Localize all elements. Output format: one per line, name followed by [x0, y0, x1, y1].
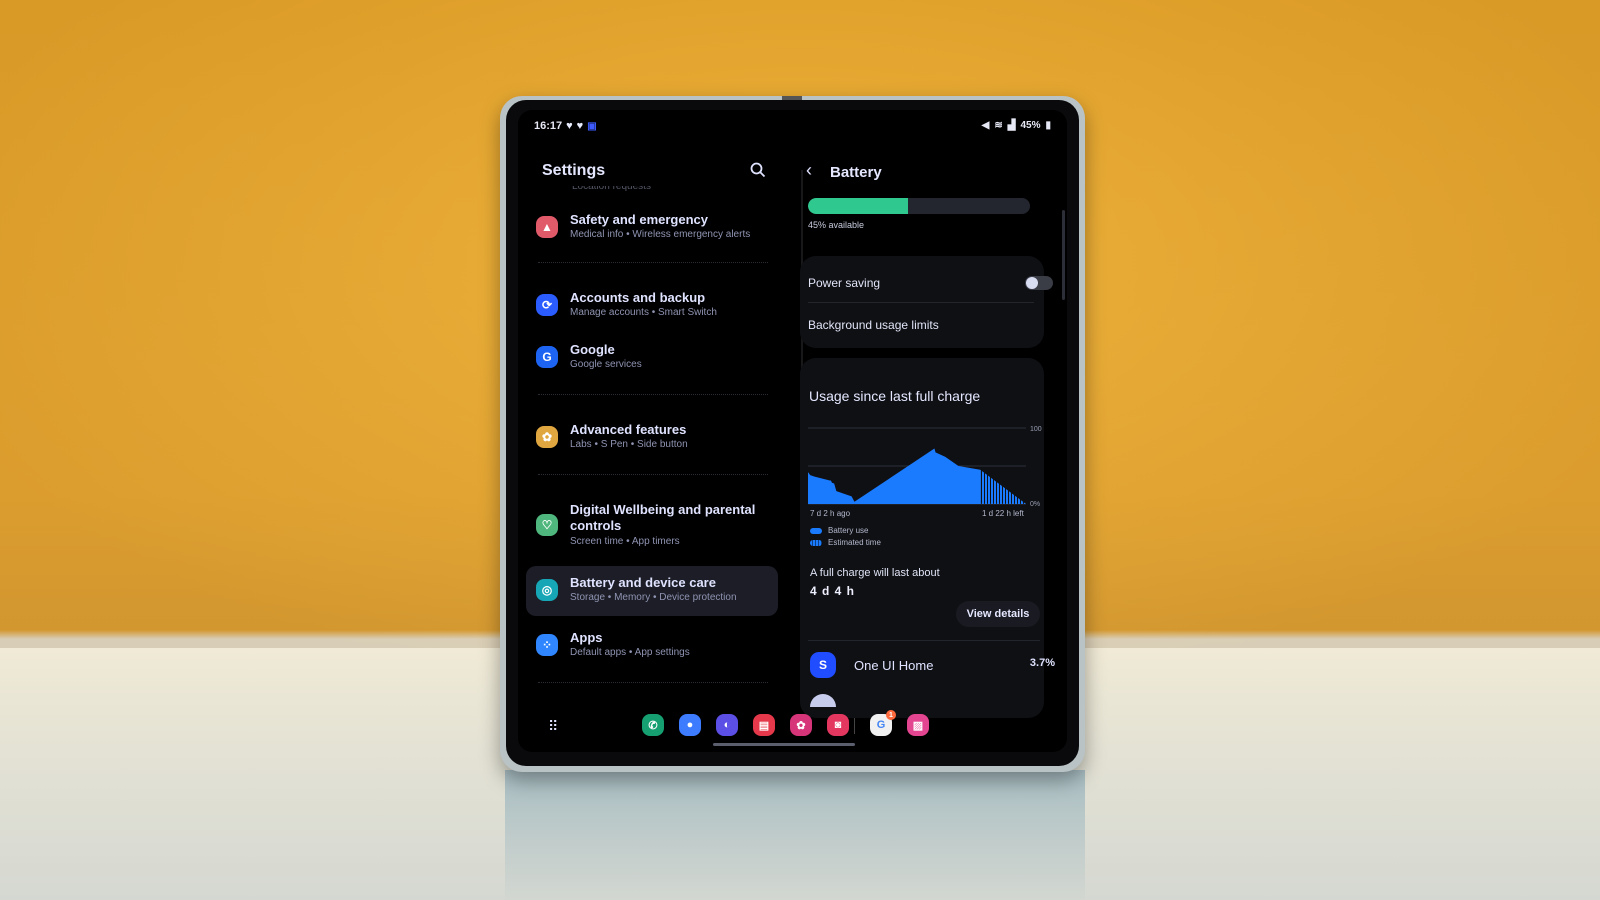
- dock-separator: [854, 718, 855, 734]
- app-usage-name[interactable]: One UI Home: [854, 658, 933, 673]
- page-title: Settings: [542, 162, 606, 179]
- dock-app-notes[interactable]: ▤: [753, 714, 775, 736]
- scrollbar[interactable]: [1062, 210, 1065, 300]
- divider: [808, 640, 1040, 641]
- bezel: 16:17 ♥ ♥ ▣ ◀ ≋ ▟ 45% ▮ Settings Locatio…: [506, 100, 1079, 766]
- screen: 16:17 ♥ ♥ ▣ ◀ ≋ ▟ 45% ▮ Settings Locatio…: [518, 110, 1067, 752]
- menu-item-subtitle: Storage • Memory • Device protection: [570, 592, 737, 603]
- series-area-estimated-time: [980, 469, 1026, 504]
- dock-app-galaxy-store[interactable]: ✿: [790, 714, 812, 736]
- menu-item-title: Advanced features: [570, 422, 687, 437]
- apps-grid-icon[interactable]: ⠿: [548, 718, 564, 734]
- menu-item-safety[interactable]: ▲ Safety and emergency Medical info • Wi…: [526, 206, 778, 250]
- dock-app-messages[interactable]: ●: [679, 714, 701, 736]
- dock-app-gallery[interactable]: ▨: [907, 714, 929, 736]
- legend-label: Estimated time: [828, 538, 881, 547]
- gallery-icon: ▨: [912, 719, 924, 732]
- settings-pane: Settings Location requests ▲ Safety and …: [518, 110, 788, 752]
- menu-item-advanced[interactable]: ✿ Advanced features Labs • S Pen • Side …: [526, 416, 778, 460]
- menu-item-title: Apps: [570, 630, 603, 645]
- divider: [538, 682, 768, 683]
- series-area-battery-use: [808, 448, 981, 504]
- x-tick-label: 1 d 22 h left: [982, 509, 1024, 518]
- internet-icon: ◐: [723, 719, 731, 731]
- x-tick-label: 7 d 2 h ago: [810, 509, 851, 518]
- divider: [538, 394, 768, 395]
- menu-item-title: Accounts and backup: [570, 290, 706, 305]
- full-charge-value: 4 d 4 h: [810, 584, 856, 598]
- legend-swatch: [810, 527, 822, 534]
- divider: [538, 262, 768, 263]
- menu-item-subtitle: Screen time • App timers: [570, 536, 680, 547]
- menu-item-accounts[interactable]: ⟳ Accounts and backup Manage accounts • …: [526, 284, 778, 328]
- home-indicator[interactable]: [713, 743, 855, 746]
- battery-level-bar: [808, 198, 1030, 214]
- dock-app-camera[interactable]: ◙: [827, 714, 849, 736]
- google-icon: G: [536, 346, 558, 368]
- dock-app-google[interactable]: G1: [870, 710, 896, 736]
- battery-pane: ‹ Battery 45% available Power saving Bac…: [796, 110, 1067, 752]
- notification-badge: 1: [886, 710, 896, 720]
- menu-item-apps[interactable]: ⁘ Apps Default apps • App settings: [526, 624, 778, 668]
- full-charge-label: A full charge will last about: [810, 567, 940, 579]
- toggle-knob: [1026, 277, 1038, 289]
- y-tick-label: 100: [1030, 426, 1042, 433]
- sync-icon: ⟳: [536, 294, 558, 316]
- menu-item-subtitle: Labs • S Pen • Side button: [570, 439, 688, 450]
- messages-icon: ●: [686, 719, 694, 731]
- search-button[interactable]: [750, 162, 768, 180]
- divider: [538, 474, 768, 475]
- device-reflection: [505, 770, 1085, 900]
- y-tick-label: 0%: [1030, 501, 1040, 508]
- menu-item-subtitle: Manage accounts • Smart Switch: [570, 307, 717, 318]
- legend-item-battery-use: Battery use: [810, 526, 868, 535]
- usage-title: Usage since last full charge: [809, 388, 981, 404]
- menu-item-title: Google: [570, 342, 615, 357]
- divider: [808, 302, 1034, 303]
- legend-item-estimated-time: Estimated time: [810, 538, 881, 547]
- battery-available-text: 45% available: [808, 220, 865, 230]
- search-icon: [750, 162, 766, 178]
- app-usage-percent: 3.7%: [1029, 657, 1055, 669]
- power-saving-label: Power saving: [808, 276, 881, 290]
- chevron-left-icon: ‹: [806, 160, 812, 180]
- dock-app-phone[interactable]: ✆: [642, 714, 664, 736]
- menu-item-subtitle: Medical info • Wireless emergency alerts: [570, 229, 751, 240]
- phone-icon: ✆: [648, 719, 658, 732]
- legend-label: Battery use: [828, 526, 869, 535]
- menu-item-subtitle: Default apps • App settings: [570, 647, 690, 658]
- back-button[interactable]: ‹: [806, 160, 812, 181]
- battery-usage-chart: 100 0%: [808, 426, 1042, 508]
- menu-item-title: Digital Wellbeing and parental controls: [570, 502, 756, 533]
- menu-item-subtitle: Google services: [570, 359, 642, 370]
- menu-item-battery-device-care[interactable]: ◎ Battery and device care Storage • Memo…: [526, 566, 778, 616]
- menu-item-wellbeing[interactable]: ♡ Digital Wellbeing and parental control…: [526, 496, 778, 556]
- taskbar: ⠿ ✆ ● ◐ ▤ ✿ ◙ G1 ▨: [518, 702, 1067, 752]
- foldable-phone: 16:17 ♥ ♥ ▣ ◀ ≋ ▟ 45% ▮ Settings Locatio…: [500, 96, 1085, 772]
- battery-level-fill: [808, 198, 908, 214]
- background-usage-limits-link[interactable]: Background usage limits: [808, 318, 939, 332]
- notes-icon: ▤: [758, 719, 770, 732]
- camera-icon: ◙: [834, 719, 842, 731]
- menu-item-google[interactable]: G Google Google services: [526, 336, 778, 380]
- device-care-icon: ◎: [536, 579, 558, 601]
- view-details-button[interactable]: View details: [956, 601, 1040, 627]
- flower-icon: ✿: [796, 719, 806, 732]
- wellbeing-icon: ♡: [536, 514, 558, 536]
- dock-app-internet[interactable]: ◐: [716, 714, 738, 736]
- legend-swatch: [810, 539, 822, 546]
- apps-icon: ⁘: [536, 634, 558, 656]
- power-saving-toggle[interactable]: [1025, 276, 1053, 290]
- one-ui-home-icon: S: [810, 652, 836, 678]
- menu-item-title: Battery and device care: [570, 575, 716, 590]
- siren-icon: ▲: [536, 216, 558, 238]
- page-title: Battery: [830, 164, 882, 181]
- google-app-icon: G: [876, 719, 886, 731]
- gear-flower-icon: ✿: [536, 426, 558, 448]
- menu-item-cut-off[interactable]: Location requests: [572, 186, 651, 192]
- menu-item-title: Safety and emergency: [570, 212, 709, 227]
